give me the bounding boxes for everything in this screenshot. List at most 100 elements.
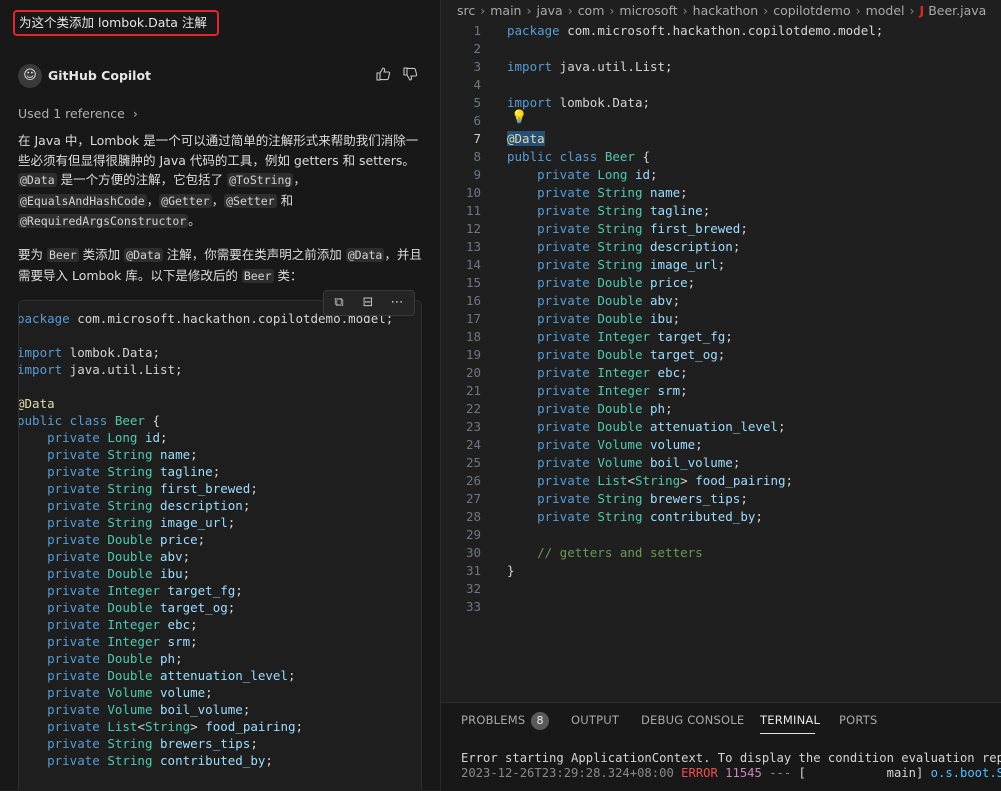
- code-line[interactable]: private String name;: [507, 184, 688, 202]
- breadcrumb-file[interactable]: Beer.java: [928, 3, 986, 18]
- line-number: 19: [465, 347, 481, 362]
- code-block-line: private Integer srm;: [47, 634, 198, 649]
- code-line[interactable]: private String brewers_tips;: [507, 490, 748, 508]
- tab-ports[interactable]: PORTS: [839, 713, 877, 727]
- code-line[interactable]: private Double abv;: [507, 292, 680, 310]
- chevron-right-icon: ›: [567, 3, 573, 18]
- code-line[interactable]: private List<String> food_pairing;: [507, 472, 793, 490]
- code-line[interactable]: private Double attenuation_level;: [507, 418, 785, 436]
- code-line[interactable]: private Double price;: [507, 274, 695, 292]
- code-line[interactable]: private String description;: [507, 238, 740, 256]
- line-number: 22: [465, 401, 481, 416]
- copy-icon[interactable]: ⧉: [328, 294, 350, 312]
- code-block-line: private Double target_og;: [47, 600, 236, 615]
- line-number: 24: [465, 437, 481, 452]
- code-block-line: private List<String> food_pairing;: [47, 719, 304, 734]
- code-line[interactable]: private Double ph;: [507, 400, 673, 418]
- breadcrumb-item[interactable]: com: [578, 3, 605, 18]
- code-line[interactable]: import java.util.List;: [507, 58, 673, 76]
- reference-label: Used 1 reference: [18, 106, 125, 121]
- line-number: 7: [473, 131, 481, 146]
- chevron-right-icon: ›: [763, 3, 769, 18]
- insert-icon[interactable]: ⊟: [357, 294, 379, 312]
- breadcrumb: src › main › java › com › microsoft › hackathon › co…: [457, 3, 986, 21]
- code-editor: src › main › java › com › microsoft › hackathon › co…: [441, 0, 1001, 702]
- line-number: 16: [465, 293, 481, 308]
- code-block-line: private Integer target_fg;: [47, 583, 243, 598]
- thumbs-down-icon[interactable]: [400, 66, 420, 86]
- tab-debug-console[interactable]: DEBUG CONSOLE: [641, 713, 744, 727]
- code-line[interactable]: @Data: [507, 130, 545, 148]
- code-line[interactable]: private Integer target_fg;: [507, 328, 733, 346]
- breadcrumb-item[interactable]: model: [866, 3, 905, 18]
- code-line[interactable]: private Volume boil_volume;: [507, 454, 740, 472]
- code-line[interactable]: private Double target_og;: [507, 346, 725, 364]
- line-number: 5: [473, 95, 481, 110]
- chevron-right-icon: ›: [909, 3, 915, 18]
- code-block-line: private Double ibu;: [47, 566, 191, 581]
- thumbs-up-icon[interactable]: [373, 66, 393, 86]
- code-block-line: private String contributed_by;: [47, 753, 273, 768]
- line-number: 28: [465, 509, 481, 524]
- breadcrumb-item[interactable]: hackathon: [693, 3, 759, 18]
- tab-output[interactable]: OUTPUT: [571, 713, 619, 727]
- line-number: 25: [465, 455, 481, 470]
- line-number: 6: [473, 113, 481, 128]
- code-block-line: @Data: [18, 396, 55, 411]
- lightbulb-icon[interactable]: 💡: [511, 110, 527, 125]
- code-line[interactable]: private Volume volume;: [507, 436, 703, 454]
- breadcrumb-item[interactable]: main: [490, 3, 521, 18]
- breadcrumb-item[interactable]: copilotdemo: [773, 3, 850, 18]
- response-paragraph-1: 在 Java 中，Lombok 是一个可以通过简单的注解形式来帮助我们消除一些必…: [18, 133, 419, 228]
- tab-problems[interactable]: PROBLEMS: [461, 713, 525, 727]
- used-references-toggle[interactable]: Used 1 reference ›: [18, 106, 138, 121]
- code-line[interactable]: package com.microsoft.hackathon.copilotd…: [507, 22, 883, 40]
- code-line[interactable]: private String first_brewed;: [507, 220, 748, 238]
- code-block-line: private String brewers_tips;: [47, 736, 258, 751]
- line-number: 27: [465, 491, 481, 506]
- code-block-line: private Double attenuation_level;: [47, 668, 296, 683]
- code-block-toolbar: ⧉ ⊟ ⋯: [323, 290, 415, 316]
- breadcrumb-item[interactable]: src: [457, 3, 475, 18]
- line-number: 23: [465, 419, 481, 434]
- code-line[interactable]: import lombok.Data;: [507, 94, 650, 112]
- breadcrumb-item[interactable]: microsoft: [619, 3, 677, 18]
- line-number: 15: [465, 275, 481, 290]
- code-line[interactable]: private String tagline;: [507, 202, 710, 220]
- code-line[interactable]: private Double ibu;: [507, 310, 680, 328]
- code-line[interactable]: private String image_url;: [507, 256, 725, 274]
- code-block-line: private Volume boil_volume;: [47, 702, 251, 717]
- code-block-line: private String first_brewed;: [47, 481, 258, 496]
- breadcrumb-item[interactable]: java: [536, 3, 562, 18]
- bottom-panel: PROBLEMS 8 OUTPUT DEBUG CONSOLE TERMINAL…: [441, 702, 1001, 791]
- code-line[interactable]: // getters and setters: [507, 544, 703, 562]
- line-number: 10: [465, 185, 481, 200]
- code-block-line: private Double price;: [47, 532, 206, 547]
- chevron-right-icon: ›: [526, 3, 532, 18]
- java-file-icon: J: [919, 3, 925, 18]
- line-number: 2: [473, 41, 481, 56]
- line-number: 9: [473, 167, 481, 182]
- code-line[interactable]: }: [507, 562, 515, 580]
- code-block-line: private String image_url;: [47, 515, 236, 530]
- code-line[interactable]: private String contributed_by;: [507, 508, 763, 526]
- response-paragraph-2: 要为 Beer 类添加 @Data 注解，你需要在类声明之前添加 @Data ，并…: [18, 247, 422, 283]
- line-number: 21: [465, 383, 481, 398]
- code-line[interactable]: public class Beer {: [507, 148, 650, 166]
- line-number: 32: [465, 581, 481, 596]
- code-line[interactable]: private Integer srm;: [507, 382, 688, 400]
- problems-count-badge: 8: [531, 712, 549, 730]
- code-line[interactable]: private Long id;: [507, 166, 657, 184]
- line-number: 33: [465, 599, 481, 614]
- line-number: 31: [465, 563, 481, 578]
- code-block-line: import java.util.List;: [18, 362, 183, 377]
- line-number: 29: [465, 527, 481, 542]
- line-number: 18: [465, 329, 481, 344]
- line-number: 1: [473, 23, 481, 38]
- code-block-line: private String name;: [47, 447, 198, 462]
- more-icon[interactable]: ⋯: [386, 294, 408, 312]
- code-line[interactable]: private Integer ebc;: [507, 364, 688, 382]
- tab-terminal[interactable]: TERMINAL: [760, 713, 820, 727]
- code-block-line: private String description;: [47, 498, 251, 513]
- chevron-right-icon: ›: [682, 3, 688, 18]
